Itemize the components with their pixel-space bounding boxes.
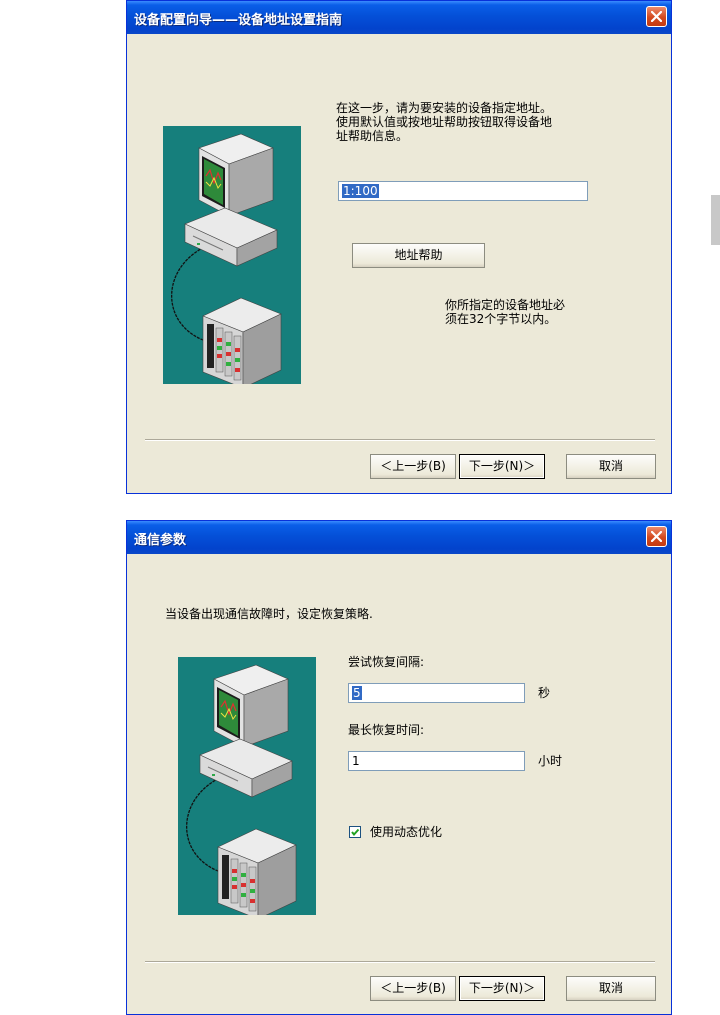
intro-line-1: 在这一步，请为要安装的设备指定地址。 xyxy=(336,101,553,115)
retry-interval-input[interactable]: 5 xyxy=(348,683,525,703)
comm-params-dialog: 通信参数 当设备出现通信故障时，设定恢复策略. 尝试恢复间隔: 5 秒 最长恢复… xyxy=(126,520,672,1015)
description-text: 当设备出现通信故障时，设定恢复策略. xyxy=(165,607,373,621)
max-recovery-unit: 小时 xyxy=(538,754,563,768)
title-bar: 通信参数 xyxy=(127,521,671,554)
address-help-button[interactable]: 地址帮助 xyxy=(352,243,485,268)
next-button[interactable]: 下一步(N)＞ xyxy=(459,976,545,1001)
retry-interval-unit: 秒 xyxy=(538,686,551,700)
back-button[interactable]: ＜上一步(B) xyxy=(370,454,456,479)
intro-line-3: 址帮助信息。 xyxy=(336,129,409,143)
back-button[interactable]: ＜上一步(B) xyxy=(370,976,456,1001)
cancel-button[interactable]: 取消 xyxy=(566,454,656,479)
next-button[interactable]: 下一步(N)＞ xyxy=(459,454,545,479)
max-recovery-value: 1 xyxy=(352,754,360,768)
close-icon xyxy=(651,531,662,542)
separator xyxy=(145,961,655,963)
computer-illustration xyxy=(178,657,316,920)
dialog-title: 设备配置向导——设备地址设置指南 xyxy=(134,13,343,28)
intro-line-2: 使用默认值或按地址帮助按钮取得设备地 xyxy=(336,115,553,129)
retry-interval-value: 5 xyxy=(352,686,362,700)
computer-icon xyxy=(186,664,297,920)
address-wizard-dialog: 设备配置向导——设备地址设置指南 在这一步，请为要安装的设备指定地址。 使用默认… xyxy=(126,0,672,494)
device-address-input[interactable]: 1:100 xyxy=(338,181,588,201)
close-icon xyxy=(651,11,662,22)
separator xyxy=(145,439,655,441)
close-button[interactable] xyxy=(646,6,667,27)
side-scroll-tab xyxy=(711,195,720,245)
dialog-title: 通信参数 xyxy=(134,533,187,548)
close-button[interactable] xyxy=(646,526,667,547)
computer-illustration xyxy=(163,126,301,389)
note-line-2: 须在32个字节以内。 xyxy=(445,312,557,326)
dynamic-optimization-label: 使用动态优化 xyxy=(370,825,443,839)
computer-icon xyxy=(171,133,282,389)
title-bar: 设备配置向导——设备地址设置指南 xyxy=(127,1,671,34)
address-value: 1:100 xyxy=(342,184,379,198)
retry-interval-label: 尝试恢复间隔: xyxy=(348,655,425,669)
dynamic-optimization-checkbox[interactable] xyxy=(349,826,361,838)
max-recovery-label: 最长恢复时间: xyxy=(348,723,425,737)
max-recovery-input[interactable]: 1 xyxy=(348,751,525,771)
checkmark-icon xyxy=(351,828,360,837)
note-line-1: 你所指定的设备地址必 xyxy=(445,298,566,312)
cancel-button[interactable]: 取消 xyxy=(566,976,656,1001)
